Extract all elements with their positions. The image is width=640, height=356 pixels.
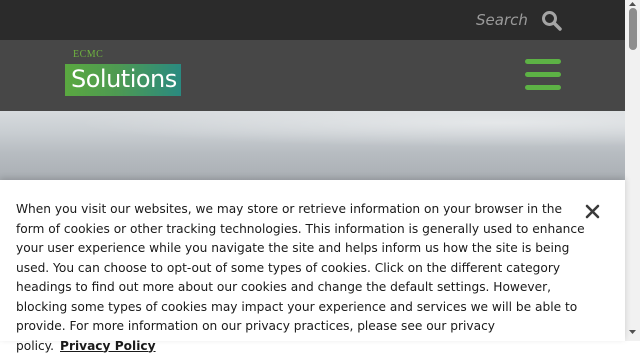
hero-image-highlight <box>0 111 625 151</box>
close-icon[interactable] <box>584 203 601 220</box>
menu-line <box>525 59 561 64</box>
site-logo[interactable]: ECMC Solutions <box>65 48 183 98</box>
main-navigation-bar: ECMC Solutions <box>0 40 625 111</box>
scroll-down-arrow-icon[interactable] <box>627 328 638 336</box>
logo-organization-text: ECMC <box>73 49 104 60</box>
cookie-consent-message: When you visit our websites, we may stor… <box>16 200 586 356</box>
logo-solutions-text: Solutions <box>71 65 177 93</box>
cookie-message-text: When you visit our websites, we may stor… <box>16 202 585 353</box>
page-scrollbar-track[interactable] <box>625 0 640 341</box>
menu-line <box>525 72 561 77</box>
search-icon[interactable] <box>541 10 562 31</box>
scroll-up-arrow-icon[interactable] <box>627 0 638 8</box>
logo-badge: Solutions <box>65 64 181 96</box>
hero-image <box>0 111 625 181</box>
hamburger-menu-icon[interactable] <box>525 59 561 91</box>
cookie-consent-banner: When you visit our websites, we may stor… <box>0 180 625 353</box>
search-label[interactable]: Search <box>476 11 528 29</box>
page-scrollbar-thumb[interactable] <box>629 8 637 50</box>
menu-line <box>525 85 561 90</box>
utility-bar: Search <box>0 0 625 40</box>
